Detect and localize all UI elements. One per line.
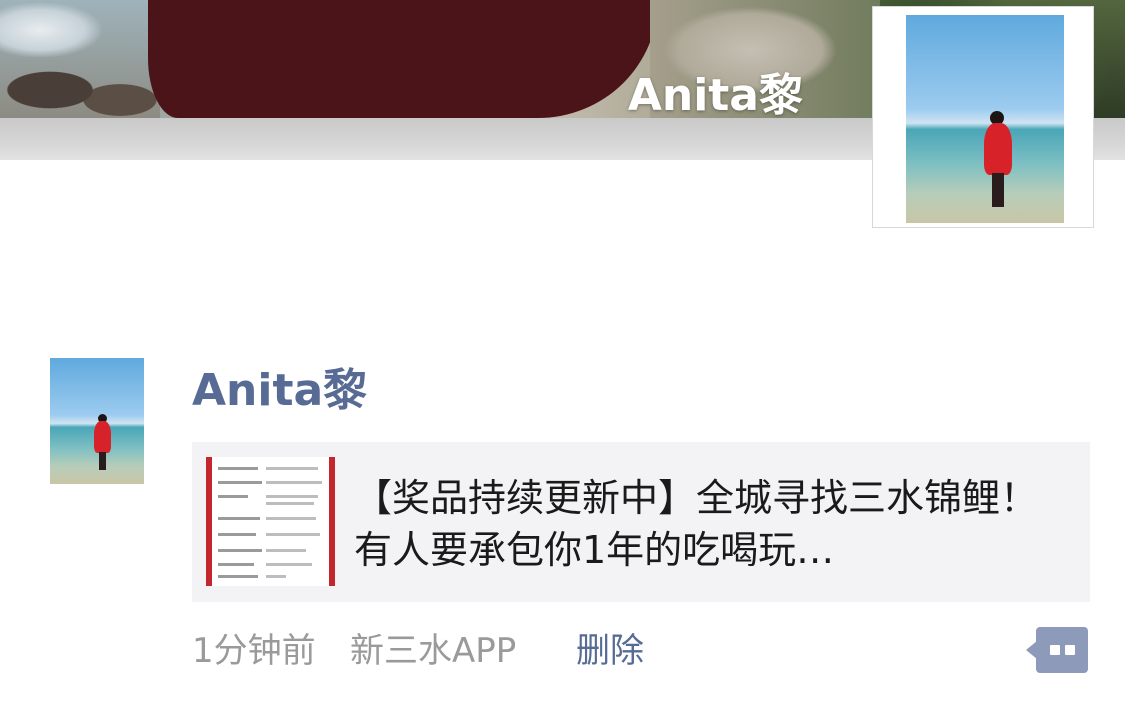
thumbnail-text-line xyxy=(266,502,314,505)
post-time: 1分钟前 xyxy=(192,631,316,671)
photo-figure-legs xyxy=(99,452,106,470)
thumbnail-text-line xyxy=(218,495,248,498)
thumbnail-text-line xyxy=(266,575,286,578)
thumbnail-text-line xyxy=(218,575,258,578)
avatar-photo xyxy=(906,15,1064,223)
shared-link-card[interactable]: 【奖品持续更新中】全城寻找三水锦鲤！有人要承包你1年的吃喝玩… xyxy=(192,442,1090,602)
link-title: 【奖品持续更新中】全城寻找三水锦鲤！有人要承包你1年的吃喝玩… xyxy=(354,476,1039,572)
thumbnail-text-line xyxy=(218,517,260,520)
thumbnail-text-line xyxy=(266,533,320,536)
comment-dot xyxy=(1050,645,1060,655)
post-source[interactable]: 新三水APP xyxy=(350,628,516,674)
comment-button[interactable] xyxy=(1026,627,1088,673)
thumbnail-text-line xyxy=(218,549,262,552)
cover-dress-image xyxy=(148,0,658,118)
thumbnail-text-line xyxy=(266,549,306,552)
moment-author-name[interactable]: Anita黎 xyxy=(192,364,367,418)
photo-figure-legs xyxy=(992,173,1004,207)
thumbnail-text-line xyxy=(266,517,316,520)
photo-figure-body xyxy=(984,123,1012,175)
thumbnail-text-line xyxy=(218,481,262,484)
thumbnail-text-line xyxy=(218,563,254,566)
link-thumbnail xyxy=(206,457,335,586)
thumbnail-text-line xyxy=(266,467,318,470)
cover-rocks-image xyxy=(0,0,160,118)
comment-bubble-icon xyxy=(1036,627,1088,673)
thumbnail-text-line xyxy=(218,533,256,536)
thumbnail-text-line xyxy=(266,481,322,484)
thumbnail-text-line xyxy=(266,563,312,566)
thumbnail-text-line xyxy=(218,467,258,470)
profile-avatar[interactable] xyxy=(872,6,1094,228)
comment-dot xyxy=(1065,645,1075,655)
moment-author-avatar[interactable] xyxy=(50,358,144,484)
photo-figure-body xyxy=(94,421,111,453)
profile-name: Anita黎 xyxy=(627,70,803,121)
thumbnail-text-line xyxy=(266,495,318,498)
delete-link[interactable]: 删除 xyxy=(576,628,644,674)
